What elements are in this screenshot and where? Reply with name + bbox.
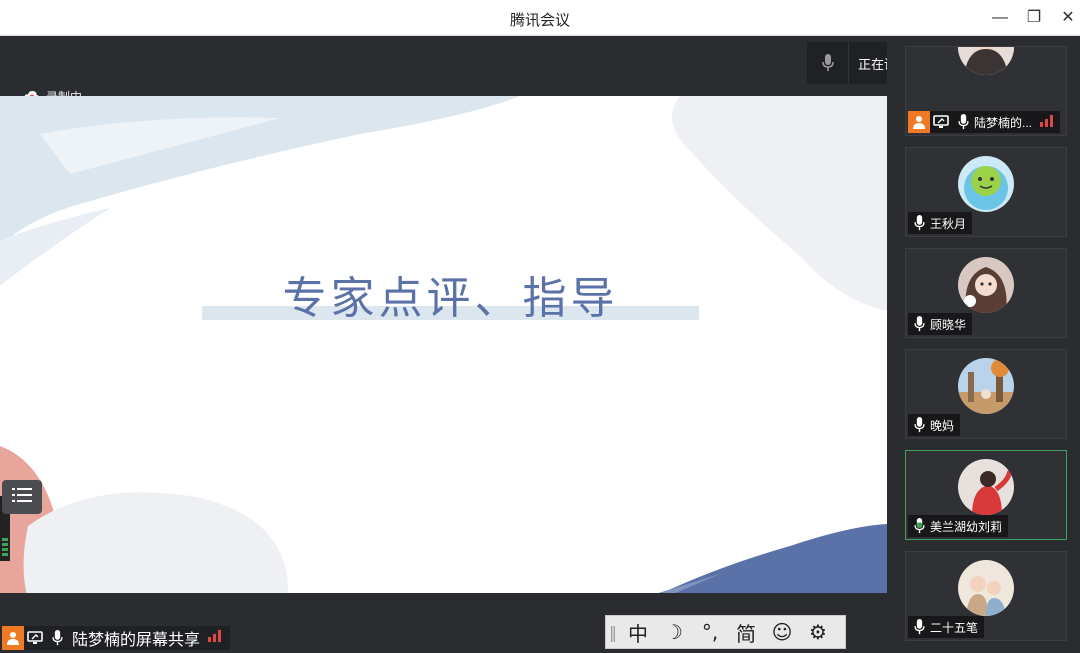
host-icon xyxy=(2,626,24,650)
participant-name: 美兰湖幼刘莉 xyxy=(930,519,1003,534)
avatar xyxy=(958,560,1014,616)
bottom-bar: 陆梦楠的屏幕共享 ‖ 中 ☽ °, 简 ☺ ⚙ xyxy=(0,593,887,653)
ime-punctuation-toggle[interactable]: °, xyxy=(692,616,728,648)
participant-tile[interactable]: 陆梦楠的... xyxy=(905,46,1067,136)
title-bar: 腾讯会议 — ❐ ✕ xyxy=(0,0,1080,36)
participant-tile[interactable]: 顾晓华 xyxy=(905,248,1067,338)
window-title: 腾讯会议 xyxy=(509,12,570,29)
microphone-active-icon xyxy=(908,515,930,537)
screen-share-icon xyxy=(930,111,952,133)
participant-sidebar: 陆梦楠的... 王秋月 顾晓华 晚妈 美兰湖幼刘莉 二十五笔 xyxy=(887,36,1080,653)
microphone-icon xyxy=(908,212,930,234)
ime-settings-button[interactable]: ⚙ xyxy=(800,616,836,648)
participant-name: 顾晓华 xyxy=(930,317,967,332)
microphone-icon xyxy=(807,42,849,84)
participant-tile[interactable]: 二十五笔 xyxy=(905,551,1067,641)
member-list-button[interactable] xyxy=(2,480,42,514)
participant-name: 二十五笔 xyxy=(930,620,979,635)
screen-share-name: 陆梦楠的屏幕共享 xyxy=(72,632,201,649)
participant-nameplate: 顾晓华 xyxy=(908,313,973,335)
host-icon xyxy=(908,111,930,133)
participant-nameplate: 王秋月 xyxy=(908,212,973,234)
participant-name: 陆梦楠的... xyxy=(974,115,1033,130)
minimize-button[interactable]: — xyxy=(988,6,1012,30)
screen-share-label: 陆梦楠的屏幕共享 xyxy=(2,626,231,650)
avatar xyxy=(958,257,1014,313)
participant-nameplate: 陆梦楠的... xyxy=(908,111,1061,133)
ime-halfwidth-toggle[interactable]: ☽ xyxy=(656,616,692,648)
screen-share-stage: 录制中 正在讲话: 美兰湖幼刘莉; 二十... 专家点评、指导 xyxy=(0,36,1080,653)
microphone-icon xyxy=(908,313,930,335)
signal-strength-icon xyxy=(1040,114,1054,130)
close-button[interactable]: ✕ xyxy=(1056,6,1080,30)
slide-heading: 专家点评、指导 xyxy=(282,273,619,324)
participant-nameplate: 二十五笔 xyxy=(908,616,985,638)
drag-handle-icon[interactable]: ‖ xyxy=(606,616,620,648)
avatar xyxy=(958,358,1014,414)
participant-tile[interactable]: 王秋月 xyxy=(905,147,1067,237)
shared-slide: 专家点评、指导 xyxy=(0,96,887,629)
list-icon xyxy=(12,487,32,508)
ime-simplified-toggle[interactable]: 简 xyxy=(728,616,764,648)
ime-emoji-button[interactable]: ☺ xyxy=(764,616,800,648)
ime-chinese-toggle[interactable]: 中 xyxy=(620,616,656,648)
participant-name: 晚妈 xyxy=(930,418,955,433)
microphone-icon xyxy=(908,414,930,436)
screen-share-icon xyxy=(24,626,46,650)
avatar xyxy=(958,156,1014,212)
avatar xyxy=(958,47,1014,75)
participant-name: 王秋月 xyxy=(930,216,967,231)
microphone-icon xyxy=(46,626,68,650)
microphone-icon xyxy=(908,616,930,638)
participant-tile-active[interactable]: 美兰湖幼刘莉 xyxy=(905,450,1067,540)
microphone-icon xyxy=(952,111,974,133)
avatar xyxy=(958,459,1014,515)
slide-background xyxy=(0,96,887,629)
participant-tile[interactable]: 晚妈 xyxy=(905,349,1067,439)
participant-nameplate: 美兰湖幼刘莉 xyxy=(908,515,1009,537)
participant-nameplate: 晚妈 xyxy=(908,414,961,436)
restore-button[interactable]: ❐ xyxy=(1022,6,1046,30)
ime-toolbar: ‖ 中 ☽ °, 简 ☺ ⚙ xyxy=(605,615,846,649)
signal-strength-icon xyxy=(208,629,222,647)
